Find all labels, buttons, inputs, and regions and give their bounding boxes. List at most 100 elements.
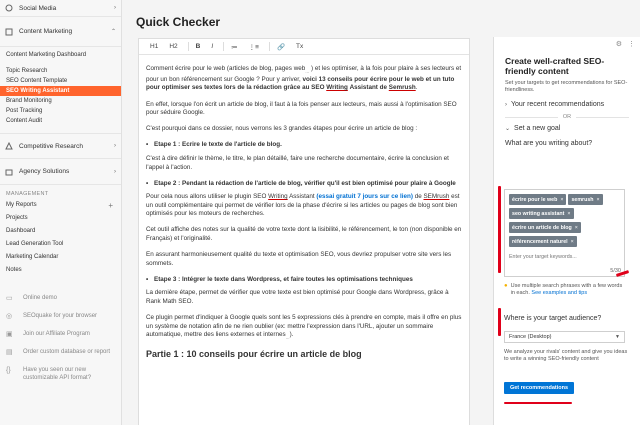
- api-format-link[interactable]: {} Have you seen our new customizable API…: [0, 362, 121, 386]
- keyword-highlight: Writing: [268, 193, 288, 201]
- bold-button[interactable]: B: [192, 41, 205, 52]
- sidebar-item-brand-monitoring[interactable]: Brand Monitoring: [0, 96, 121, 106]
- text: Etape 3 : Intégrer le texte dans Wordpre…: [154, 275, 413, 283]
- text: Etape 2 : Pendant la rédaction de l'arti…: [154, 179, 456, 187]
- italic-button[interactable]: I: [207, 41, 217, 52]
- page-title: Quick Checker: [136, 15, 221, 29]
- sidebar: Social Media › Content Marketing ⌃ Conte…: [0, 0, 122, 425]
- h2-button[interactable]: H2: [165, 41, 181, 52]
- affiliate-icon: ▣: [6, 331, 13, 338]
- clear-format-button[interactable]: Tx: [292, 41, 307, 52]
- audience-select-value: France (Desktop): [509, 334, 552, 340]
- keyword-highlight: SEMrush: [423, 193, 450, 201]
- link-button[interactable]: 🔗: [273, 41, 289, 53]
- sidebar-item-notes[interactable]: Notes: [0, 264, 121, 277]
- h1-button[interactable]: H1: [146, 41, 162, 52]
- sidebar-item-topic-research[interactable]: Topic Research: [0, 66, 121, 76]
- api-format-label: Have you seen our new customizable API f…: [23, 367, 92, 381]
- bullet-icon: •: [146, 179, 149, 187]
- sidebar-item-post-tracking[interactable]: Post Tracking: [0, 106, 121, 116]
- set-new-goal-toggle[interactable]: ⌄ Set a new goal: [494, 120, 640, 132]
- keyword-tag[interactable]: écrire un article de blog ×: [509, 222, 581, 233]
- text-editor[interactable]: H1 H2 B I ≔ ⋮≡ 🔗 Tx Comment écrire pour …: [138, 38, 470, 425]
- panel-controls: ⚙ ⋮: [494, 37, 640, 51]
- annotation-mark: [504, 402, 572, 404]
- sidebar-item-projects[interactable]: Projects: [0, 212, 121, 225]
- divider-line: [505, 116, 558, 118]
- online-demo-label: Online demo: [23, 295, 58, 301]
- close-icon[interactable]: ×: [571, 239, 574, 245]
- sidebar-section-competitive-research[interactable]: Competitive Research ›: [0, 133, 121, 159]
- keyword-tag[interactable]: semrush ×: [568, 194, 603, 205]
- annotation-mark: [498, 308, 501, 336]
- topic-question: What are you writing about?: [505, 140, 593, 147]
- paragraph: Pour cela nous allons utiliser le plugin…: [146, 193, 462, 219]
- sidebar-item-lead-generation-tool[interactable]: Lead Generation Tool: [0, 238, 121, 251]
- keywords-input-box[interactable]: écrire pour le web × semrush × seo writing…: [504, 189, 625, 277]
- close-icon[interactable]: ×: [567, 211, 570, 217]
- competitive-research-icon: [5, 141, 13, 150]
- bullet-list-button[interactable]: ≔: [227, 41, 242, 53]
- link[interactable]: (essai gratuit 7 jours sur ce lien): [316, 193, 413, 200]
- paragraph: En effet, lorsque l'on écrit un article …: [146, 100, 457, 117]
- text: Etape 1 : Ecrire le texte de l'article d…: [154, 141, 282, 149]
- keyword-highlight: Semrush: [388, 84, 416, 92]
- list-item: • Etape 1 : Ecrire le texte de l'article …: [146, 141, 462, 150]
- sidebar-item-dashboard[interactable]: Dashboard: [0, 225, 121, 238]
- keyword-tag-label: écrire pour le web: [512, 196, 558, 203]
- keyword-tag[interactable]: référencement naturel ×: [509, 236, 577, 247]
- online-demo-link[interactable]: ▭ Online demo: [0, 290, 121, 308]
- editor-content[interactable]: Comment écrire pour le web (articles de …: [139, 55, 469, 358]
- sidebar-section-agency-solutions[interactable]: Agency Solutions ›: [0, 159, 121, 185]
- sidebar-item-marketing-calendar[interactable]: Marketing Calendar: [0, 251, 121, 264]
- chevron-right-icon: ›: [114, 5, 116, 11]
- sidebar-bottom-links: ▭ Online demo ◎ SEOquake for your browser …: [0, 290, 121, 386]
- list-item: • Etape 2 : Pendant la rédaction de l'art…: [146, 180, 462, 189]
- settings-icon[interactable]: ⚙: [616, 40, 622, 48]
- keyword-tag[interactable]: écrire pour le web ×: [509, 194, 567, 205]
- close-icon[interactable]: ×: [597, 197, 600, 203]
- get-recommendations-button[interactable]: Get recommendations: [504, 382, 574, 394]
- sidebar-item-seo-writing-assistant[interactable]: SEO Writing Assistant: [0, 86, 121, 96]
- keyword-input[interactable]: [509, 250, 620, 260]
- recent-recommendations-toggle[interactable]: › Your recent recommendations: [494, 94, 640, 108]
- keyword-tag-label: semrush: [571, 196, 594, 203]
- custom-database-link[interactable]: ▤ Order custom database or report: [0, 344, 121, 362]
- sidebar-section-social-media[interactable]: Social Media ›: [0, 0, 121, 17]
- affiliate-link[interactable]: ▣ Join our Affiliate Program: [0, 326, 121, 344]
- sidebar-item-my-reports[interactable]: My Reports +: [0, 199, 121, 212]
- chevron-right-icon: ›: [505, 101, 507, 108]
- paragraph: La dernière étape, permet de vérifier qu…: [146, 289, 449, 306]
- keyword-tag-label: seo writing assistant: [512, 210, 565, 217]
- keyword-tag-label: écrire un article de blog: [512, 224, 572, 231]
- examples-tips-link[interactable]: See examples and tips: [531, 290, 587, 296]
- database-icon: ▤: [6, 349, 13, 356]
- text: Comment écrire pour le web (articles de …: [146, 65, 306, 72]
- editor-toolbar: H1 H2 B I ≔ ⋮≡ 🔗 Tx: [139, 39, 469, 55]
- bullet-icon: •: [146, 275, 149, 283]
- paragraph: En assurant harmonieusement qualité du t…: [146, 251, 452, 267]
- recent-recommendations-label: Your recent recommendations: [511, 101, 605, 108]
- panel-title: Create well-crafted SEO-friendly content: [505, 56, 605, 76]
- sidebar-item-content-audit[interactable]: Content Audit: [0, 116, 121, 126]
- plus-icon[interactable]: +: [108, 199, 113, 212]
- code-braces-icon: {}: [6, 367, 11, 374]
- close-icon[interactable]: ×: [575, 225, 578, 231]
- sidebar-item-content-marketing-dashboard[interactable]: Content Marketing Dashboard: [0, 50, 121, 60]
- sidebar-section-content-marketing[interactable]: Content Marketing ⌃: [0, 17, 121, 47]
- annotation-mark: [498, 186, 501, 273]
- seoquake-link[interactable]: ◎ SEOquake for your browser: [0, 308, 121, 326]
- numbered-list-button[interactable]: ⋮≡: [245, 41, 263, 53]
- paragraph: Ce plugin permet d'indiquer à Google que…: [146, 314, 462, 340]
- more-icon[interactable]: ⋮: [628, 40, 635, 48]
- close-icon[interactable]: ×: [560, 197, 563, 203]
- chevron-right-icon: ›: [114, 168, 116, 175]
- audience-select[interactable]: France (Desktop) ▼: [504, 331, 625, 343]
- keyword-tag[interactable]: seo writing assistant ×: [509, 208, 574, 219]
- sidebar-item-seo-content-template[interactable]: SEO Content Template: [0, 76, 121, 86]
- my-reports-label: My Reports: [6, 202, 37, 208]
- agency-solutions-icon: [5, 168, 13, 176]
- sidebar-social-media-label: Social Media: [19, 4, 57, 12]
- or-label: OR: [562, 114, 572, 120]
- affiliate-label: Join our Affiliate Program: [23, 331, 90, 337]
